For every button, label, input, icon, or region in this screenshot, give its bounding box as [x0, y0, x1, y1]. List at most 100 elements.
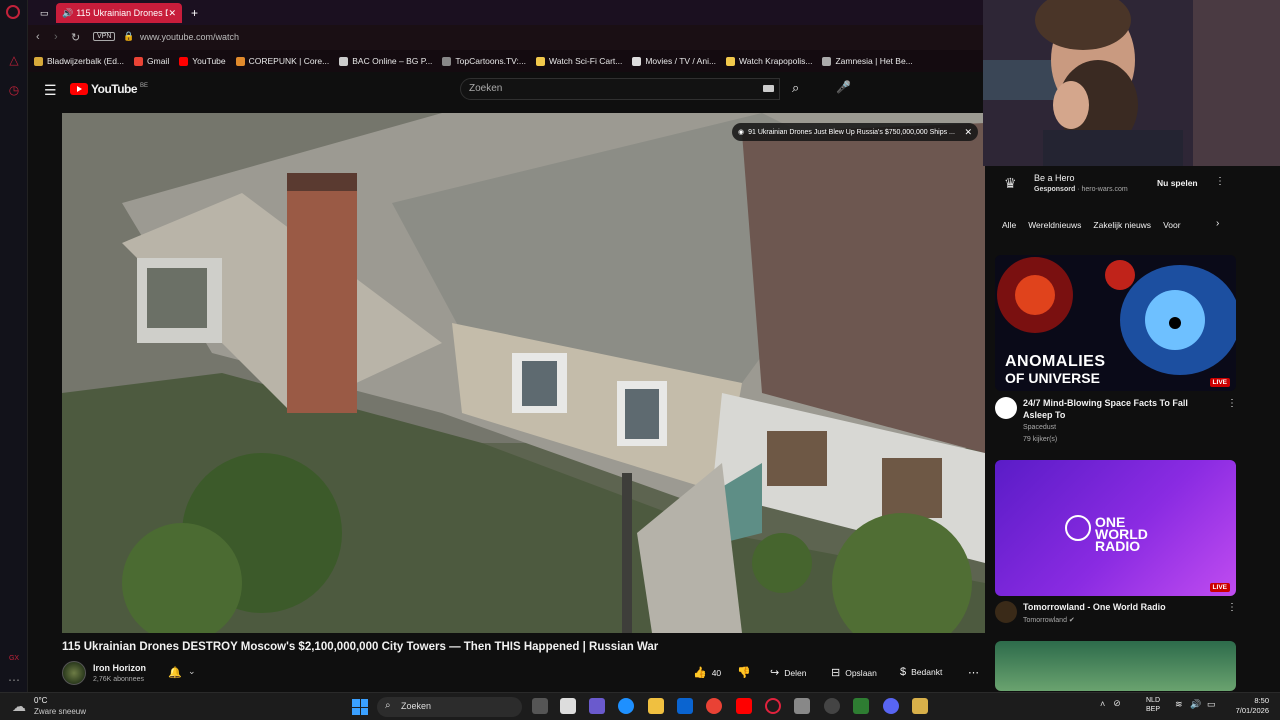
forward-icon[interactable]: ›: [54, 31, 58, 43]
channel-name-2: Tomorrowland: [1023, 617, 1067, 624]
chip-world-news[interactable]: Wereldnieuws: [1028, 220, 1081, 230]
reload-icon[interactable]: ↻: [71, 31, 80, 44]
taskbar-search[interactable]: ⌕ Zoeken: [377, 697, 522, 717]
ad-title: Be a Hero: [1034, 173, 1075, 183]
video-thumbnail[interactable]: ONE WORLD RADIO LIVE: [995, 460, 1236, 596]
snow-cloud-icon[interactable]: ☁: [12, 698, 26, 715]
video-channel-2[interactable]: Tomorrowland ✔: [1023, 616, 1075, 624]
back-icon[interactable]: ‹: [36, 31, 40, 43]
chip-all[interactable]: Alle: [1002, 220, 1016, 230]
video-thumbnail[interactable]: [995, 641, 1236, 691]
channel-avatar-spacedust[interactable]: [995, 397, 1017, 419]
video-frame: [62, 113, 985, 633]
date: 7/01/2026: [1235, 706, 1269, 715]
channel-name[interactable]: Iron Horizon: [93, 663, 146, 673]
volume-icon[interactable]: 🔊: [1190, 699, 1201, 710]
youtube-app-icon[interactable]: [736, 698, 752, 714]
file-explorer-icon[interactable]: [648, 698, 664, 714]
microphone-icon[interactable]: 🎤: [836, 80, 851, 94]
bookmark-item[interactable]: Watch Krapopolis...: [726, 56, 812, 66]
ad-cta-button[interactable]: Nu spelen: [1157, 178, 1198, 188]
dislike-button[interactable]: 👎: [737, 666, 751, 679]
teams-icon[interactable]: [589, 698, 605, 714]
video-thumbnail[interactable]: ANOMALIES OF UNIVERSE LIVE: [995, 255, 1236, 391]
save-button[interactable]: ⊟ Opslaan: [831, 666, 877, 679]
channel-avatar[interactable]: [62, 661, 86, 685]
thanks-button[interactable]: $ Bedankt: [900, 666, 942, 678]
network-off-icon[interactable]: ⊘: [1113, 698, 1121, 709]
tab-active[interactable]: 🔊 115 Ukrainian Drones D ✕: [56, 3, 182, 23]
search-icon[interactable]: ⌕: [792, 80, 799, 96]
wifi-icon[interactable]: ≋: [1175, 699, 1183, 710]
task-view-icon[interactable]: [532, 698, 548, 714]
more-actions-button[interactable]: ⋯: [968, 666, 979, 679]
youtube-logo-text: YouTube: [91, 82, 138, 96]
like-button[interactable]: 👍 40: [693, 666, 721, 679]
bookmark-item[interactable]: TopCartoons.TV:...: [442, 56, 526, 66]
opera-logo-icon[interactable]: [6, 5, 20, 19]
chevron-up-icon[interactable]: ˄: [1100, 699, 1105, 709]
youtube-logo[interactable]: YouTube BE: [70, 82, 148, 96]
bookmark-item[interactable]: Movies / TV / Ani...: [632, 56, 716, 66]
bookmark-favicon-icon: [134, 56, 144, 66]
vpn-badge[interactable]: VPN: [93, 32, 116, 41]
store-icon[interactable]: [560, 698, 576, 714]
history-icon[interactable]: ◷: [6, 82, 22, 98]
more-icon[interactable]: ⋯: [6, 672, 22, 688]
league-icon[interactable]: [912, 698, 928, 714]
chevron-down-icon[interactable]: ⌄: [188, 666, 196, 677]
windows-start-icon[interactable]: [352, 699, 368, 715]
battery-icon[interactable]: ▭: [1207, 699, 1216, 710]
chip-for-you[interactable]: Voor: [1163, 220, 1181, 230]
sidebar-ad[interactable]: ♛ Be a Hero Gesponsord · hero-wars.com N…: [1000, 170, 1235, 198]
video-more-icon[interactable]: ⋮: [1227, 398, 1237, 409]
bookmark-item[interactable]: YouTube: [179, 56, 226, 66]
chip-business-news[interactable]: Zakelijk nieuws: [1093, 220, 1151, 230]
new-tab-icon[interactable]: +: [185, 3, 204, 23]
weather-condition[interactable]: Zware sneeuw: [34, 707, 86, 716]
bookmark-label: Movies / TV / Ani...: [645, 56, 717, 66]
edge-icon[interactable]: [618, 698, 634, 714]
excel-icon[interactable]: [853, 698, 869, 714]
video-channel-1[interactable]: Spacedust: [1023, 424, 1056, 431]
bookmark-icon: ⊟: [831, 667, 841, 679]
bookmark-item[interactable]: BAC Online – BG P...: [339, 56, 432, 66]
bookmark-item[interactable]: Watch Sci-Fi Cart...: [535, 56, 622, 66]
thumb-text-line1: ONE WORLD RADIO: [1095, 514, 1148, 554]
chevron-right-icon[interactable]: ›: [1216, 218, 1219, 229]
aria-icon[interactable]: △: [6, 52, 22, 68]
bookmarks-bar: Bladwijzerbalk (Ed... Gmail YouTube COREPUN…: [28, 50, 983, 72]
tab-close-icon[interactable]: ✕: [168, 8, 176, 19]
calculator-icon[interactable]: [794, 698, 810, 714]
bell-icon[interactable]: 🔔: [168, 666, 182, 679]
ad-more-icon[interactable]: ⋮: [1215, 176, 1225, 187]
share-icon: ↪: [770, 667, 780, 679]
channel-avatar-tomorrowland[interactable]: [995, 601, 1017, 623]
opera-gx-icon[interactable]: [765, 698, 781, 714]
url-field[interactable]: www.youtube.com/watch: [140, 32, 239, 42]
video-player[interactable]: ◉ 91 Ukrainian Drones Just Blew Up Russi…: [62, 113, 985, 633]
search-input[interactable]: Zoeken: [460, 78, 780, 100]
bookmark-item[interactable]: Bladwijzerbalk (Ed...: [34, 56, 124, 66]
bookmark-item[interactable]: Gmail: [134, 56, 169, 66]
tab-manager-icon[interactable]: ▭: [34, 3, 55, 23]
next-video-banner[interactable]: ◉ 91 Ukrainian Drones Just Blew Up Russi…: [732, 123, 978, 141]
banner-close-icon[interactable]: ✕: [964, 127, 972, 138]
discord-icon[interactable]: [883, 698, 899, 714]
outlook-icon[interactable]: [677, 698, 693, 714]
gx-icon[interactable]: GX: [6, 650, 22, 666]
share-button[interactable]: ↪ Delen: [770, 666, 806, 679]
menu-icon[interactable]: ☰: [44, 82, 57, 99]
language-indicator[interactable]: NLD BEP: [1146, 696, 1160, 714]
video-more-icon[interactable]: ⋮: [1227, 602, 1237, 613]
video-title-2[interactable]: Tomorrowland - One World Radio: [1023, 601, 1218, 613]
lock-icon[interactable]: 🔒: [123, 31, 134, 42]
bookmark-item[interactable]: Zamnesia | Het Be...: [822, 56, 913, 66]
chrome-icon[interactable]: [706, 698, 722, 714]
settings-gear-icon[interactable]: [824, 698, 840, 714]
keyboard-icon[interactable]: [763, 85, 774, 92]
bookmark-item[interactable]: COREPUNK | Core...: [235, 56, 329, 66]
temperature[interactable]: 0°C: [34, 696, 47, 705]
clock[interactable]: 8:50 7/01/2026: [1229, 696, 1269, 716]
video-title-1[interactable]: 24/7 Mind-Blowing Space Facts To Fall As…: [1023, 397, 1218, 421]
